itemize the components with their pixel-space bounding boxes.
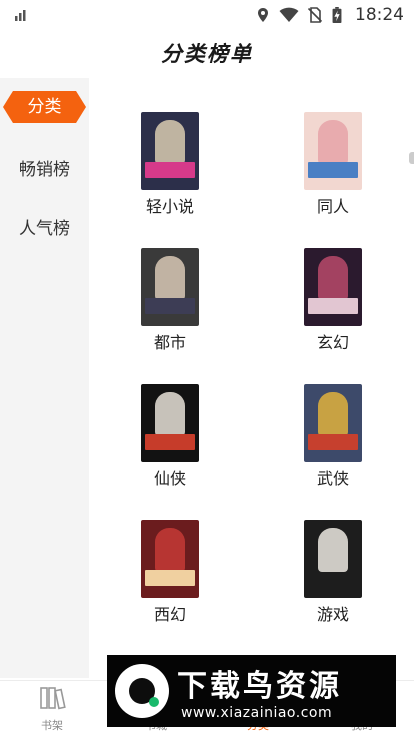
category-item-fan-fiction[interactable]: 同人 [283, 112, 383, 218]
category-item-fantasy[interactable]: 玄幻 [283, 248, 383, 354]
category-label: 同人 [316, 197, 349, 216]
cover-figure [318, 256, 348, 300]
book-cover [304, 248, 362, 326]
book-cover [141, 248, 199, 326]
category-item-xianxia[interactable]: 仙侠 [120, 384, 220, 490]
book-cover [141, 520, 199, 598]
cover-figure [318, 528, 348, 572]
category-label: 西幻 [153, 605, 186, 624]
sidebar-item-popularity[interactable]: 人气榜 [0, 214, 89, 239]
cover-title-art [145, 434, 195, 450]
cover-title-art [308, 162, 358, 178]
wifi-icon [279, 7, 299, 22]
page-title: 分类榜单 [161, 42, 253, 66]
book-cover [304, 112, 362, 190]
cover-title-art [145, 298, 195, 314]
category-label: 轻小说 [145, 197, 194, 216]
watermark-url: www.xiazainiao.com [181, 705, 333, 721]
category-item-urban[interactable]: 都市 [120, 248, 220, 354]
category-item-light-novel[interactable]: 轻小说 [120, 112, 220, 218]
category-item-game[interactable]: 游戏 [283, 520, 383, 626]
status-bar: 18:24 [0, 0, 414, 30]
book-cover [141, 112, 199, 190]
category-item-western-fantasy[interactable]: 西幻 [120, 520, 220, 626]
category-label: 都市 [153, 333, 186, 352]
cover-title-art [145, 162, 195, 178]
location-icon [258, 8, 268, 22]
sidebar-item-category[interactable]: 分类 [3, 91, 86, 123]
cover-figure [155, 256, 185, 300]
cover-figure [318, 392, 348, 436]
category-label: 玄幻 [316, 333, 349, 352]
clock-time: 18:24 [355, 5, 404, 25]
tab-label: 书架 [41, 719, 63, 732]
book-cover [304, 520, 362, 598]
category-item-wuxia[interactable]: 武侠 [283, 384, 383, 490]
cover-figure [155, 528, 185, 572]
category-label: 游戏 [316, 605, 349, 624]
sidebar-item-bestseller[interactable]: 畅销榜 [0, 155, 89, 180]
cover-title-art [308, 298, 358, 314]
battery-charging-icon [332, 7, 342, 23]
book-cover [141, 384, 199, 462]
cover-figure [155, 392, 185, 436]
no-sim-icon [307, 7, 323, 23]
watermark-title: 下载鸟资源 [177, 669, 342, 704]
tab-bookshelf[interactable]: 书架 [12, 685, 92, 733]
category-sidebar: 分类 畅销榜 人气榜 [0, 78, 89, 678]
category-label: 武侠 [316, 469, 349, 488]
bird-logo-icon [115, 664, 169, 718]
cover-figure [155, 120, 185, 164]
watermark-banner: 下载鸟资源 www.xiazainiao.com [107, 655, 396, 727]
category-label: 仙侠 [153, 469, 186, 488]
book-cover [304, 384, 362, 462]
books-icon [40, 687, 66, 710]
cover-title-art [308, 434, 358, 450]
signal-bars-icon [15, 10, 26, 21]
scroll-edge-indicator [409, 152, 414, 164]
cover-figure [318, 120, 348, 164]
cover-title-art [145, 570, 195, 586]
